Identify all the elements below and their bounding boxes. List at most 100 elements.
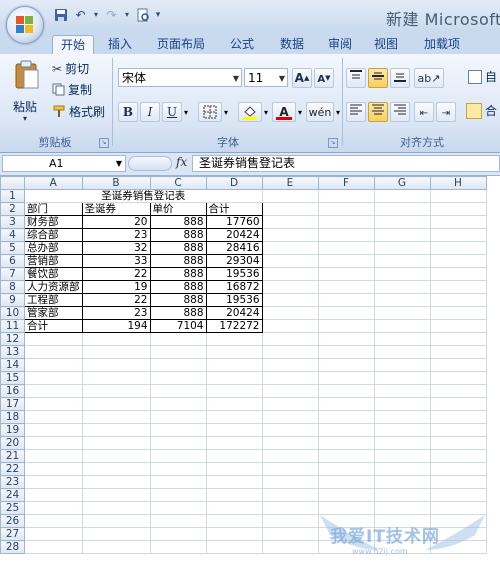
cell[interactable] bbox=[81, 475, 151, 489]
font-name-combo[interactable]: 宋体 ▼ bbox=[118, 68, 242, 87]
cell[interactable]: 23 bbox=[81, 228, 151, 242]
row-header[interactable]: 12 bbox=[0, 332, 25, 346]
cell[interactable]: 16872 bbox=[205, 280, 263, 294]
cell[interactable] bbox=[317, 293, 375, 307]
cell[interactable] bbox=[205, 436, 263, 450]
column-header-b[interactable]: B bbox=[81, 176, 151, 190]
column-header-g[interactable]: G bbox=[373, 176, 431, 190]
row-header[interactable]: 8 bbox=[0, 280, 25, 294]
cell[interactable]: 888 bbox=[149, 306, 207, 320]
cell[interactable] bbox=[149, 436, 207, 450]
cell[interactable] bbox=[149, 514, 207, 528]
formula-bar-toggle[interactable] bbox=[128, 156, 172, 171]
cell[interactable] bbox=[24, 436, 83, 450]
cell[interactable] bbox=[149, 527, 207, 541]
row-header[interactable]: 20 bbox=[0, 436, 25, 450]
cell[interactable] bbox=[429, 241, 487, 255]
row-header[interactable]: 21 bbox=[0, 449, 25, 463]
column-header-h[interactable]: H bbox=[429, 176, 487, 190]
cell[interactable] bbox=[261, 462, 319, 476]
cell[interactable]: 19536 bbox=[205, 293, 263, 307]
cell[interactable] bbox=[24, 514, 83, 528]
cell[interactable] bbox=[261, 410, 319, 424]
cell[interactable]: 合计 bbox=[205, 202, 263, 216]
cell[interactable] bbox=[81, 371, 151, 385]
cell[interactable] bbox=[24, 345, 83, 359]
row-header[interactable]: 22 bbox=[0, 462, 25, 476]
row-header[interactable]: 25 bbox=[0, 501, 25, 515]
tab-review[interactable]: 审阅 bbox=[320, 35, 360, 54]
cell[interactable]: 单价 bbox=[149, 202, 207, 216]
cell[interactable] bbox=[205, 540, 263, 554]
borders-dropdown-icon[interactable]: ▾ bbox=[224, 108, 228, 117]
cell[interactable] bbox=[429, 449, 487, 463]
select-all-corner[interactable] bbox=[0, 176, 25, 190]
row-header[interactable]: 4 bbox=[0, 228, 25, 242]
cell[interactable] bbox=[205, 449, 263, 463]
align-middle-button[interactable] bbox=[368, 68, 388, 88]
cell[interactable] bbox=[205, 410, 263, 424]
row-header[interactable]: 9 bbox=[0, 293, 25, 307]
cell[interactable]: 部门 bbox=[24, 202, 83, 216]
cell[interactable] bbox=[205, 358, 263, 372]
row-header[interactable]: 10 bbox=[0, 306, 25, 320]
cell[interactable] bbox=[261, 267, 319, 281]
cell[interactable] bbox=[373, 358, 431, 372]
cell[interactable] bbox=[261, 436, 319, 450]
cell[interactable] bbox=[429, 267, 487, 281]
print-preview-icon[interactable] bbox=[134, 6, 151, 23]
cell[interactable]: 财务部 bbox=[24, 215, 83, 229]
cell[interactable] bbox=[205, 488, 263, 502]
row-header[interactable]: 5 bbox=[0, 241, 25, 255]
cell[interactable] bbox=[317, 202, 375, 216]
cell[interactable] bbox=[261, 384, 319, 398]
cell[interactable] bbox=[429, 202, 487, 216]
merge-center-button[interactable]: 合 bbox=[466, 102, 497, 119]
tab-view[interactable]: 视图 bbox=[366, 35, 406, 54]
cell[interactable] bbox=[317, 397, 375, 411]
cell[interactable] bbox=[24, 371, 83, 385]
cell[interactable] bbox=[373, 384, 431, 398]
tab-formulas[interactable]: 公式 bbox=[220, 35, 264, 54]
column-header-f[interactable]: F bbox=[317, 176, 375, 190]
cell[interactable] bbox=[317, 189, 375, 203]
cell[interactable] bbox=[24, 527, 83, 541]
redo-icon[interactable]: ↷ bbox=[103, 6, 120, 23]
cell[interactable]: 营销部 bbox=[24, 254, 83, 268]
cell[interactable] bbox=[149, 332, 207, 346]
cell[interactable] bbox=[317, 423, 375, 437]
cell[interactable]: 7104 bbox=[149, 319, 207, 333]
cell[interactable] bbox=[261, 319, 319, 333]
cell[interactable] bbox=[429, 293, 487, 307]
cell[interactable] bbox=[373, 280, 431, 294]
bold-button[interactable]: B bbox=[118, 102, 138, 122]
cell[interactable] bbox=[429, 319, 487, 333]
name-box[interactable]: A1 ▼ bbox=[2, 155, 126, 172]
cell[interactable]: 888 bbox=[149, 215, 207, 229]
cell[interactable] bbox=[24, 423, 83, 437]
wrap-text-button[interactable]: 自 bbox=[468, 68, 497, 85]
row-header[interactable]: 24 bbox=[0, 488, 25, 502]
cell[interactable] bbox=[261, 293, 319, 307]
tab-add-ins[interactable]: 加载项 bbox=[416, 35, 468, 54]
phonetic-dropdown-icon[interactable]: ▾ bbox=[336, 108, 340, 117]
cell[interactable] bbox=[429, 410, 487, 424]
cell[interactable]: 33 bbox=[81, 254, 151, 268]
cell[interactable] bbox=[81, 345, 151, 359]
row-header[interactable]: 16 bbox=[0, 384, 25, 398]
cell[interactable] bbox=[373, 319, 431, 333]
cell[interactable] bbox=[373, 475, 431, 489]
shrink-font-button[interactable]: A▼ bbox=[314, 68, 334, 88]
cell[interactable] bbox=[373, 397, 431, 411]
cell[interactable] bbox=[261, 306, 319, 320]
cell[interactable] bbox=[149, 462, 207, 476]
cell[interactable] bbox=[317, 228, 375, 242]
cell[interactable] bbox=[261, 397, 319, 411]
increase-indent-button[interactable]: ⇥ bbox=[436, 102, 456, 122]
cell[interactable]: 888 bbox=[149, 254, 207, 268]
grow-font-button[interactable]: A▲ bbox=[292, 68, 312, 88]
cell[interactable] bbox=[205, 423, 263, 437]
cell[interactable] bbox=[373, 267, 431, 281]
cell[interactable] bbox=[81, 436, 151, 450]
cell[interactable] bbox=[149, 358, 207, 372]
